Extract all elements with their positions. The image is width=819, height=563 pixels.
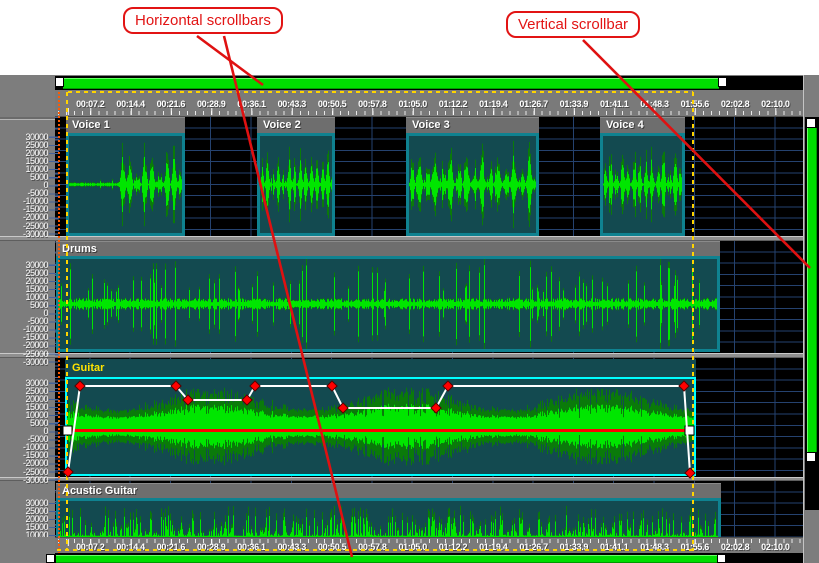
ruler-time-label: 00:21.6	[149, 99, 193, 109]
screenshot-stage: 00:07.200:14.400:21.600:28.900:36.100:43…	[0, 0, 819, 563]
clip-header-drums[interactable]: Drums	[56, 241, 720, 256]
amplitude-scale-ticks	[49, 380, 58, 485]
waveform-svg	[69, 136, 182, 233]
amplitude-scale-label: 5000	[0, 301, 48, 309]
clip-header-voice-2[interactable]: Voice 2	[257, 117, 335, 133]
callout-horizontal-scrollbars: Horizontal scrollbars	[123, 7, 283, 34]
waveform-svg	[59, 259, 717, 349]
audio-editor-window: 00:07.200:14.400:21.600:28.900:36.100:43…	[0, 75, 819, 563]
waveform-svg	[67, 379, 694, 474]
amplitude-scale-label: -30000	[0, 476, 48, 484]
region-bottom-marker-line	[57, 549, 693, 551]
ruler-time-label: 01:05.0	[391, 99, 435, 109]
amplitude-scale-label: -30000	[0, 358, 48, 366]
waveform-voice-3	[409, 136, 536, 233]
left-panel-divider	[0, 117, 55, 120]
bottom-scrollbar-left-handle[interactable]	[46, 554, 55, 563]
amplitude-scale-guitar: 300002500020000150001000050000-5000-1000…	[0, 379, 48, 484]
top-horizontal-scrollbar-thumb[interactable]	[63, 78, 719, 89]
ruler-time-label: 02:10.0	[753, 542, 797, 552]
ruler-time-label: 01:26.7	[512, 99, 556, 109]
amplitude-scale-label: 5000	[0, 419, 48, 427]
vertical-scrollbar-top-handle[interactable]	[806, 118, 816, 128]
clip-acustic-guitar[interactable]	[56, 498, 721, 537]
clip-header-voice-4[interactable]: Voice 4	[600, 117, 685, 133]
waveform-guitar	[67, 379, 694, 474]
ruler-time-label: 01:55.6	[673, 99, 717, 109]
top-scrollbar-left-handle[interactable]	[55, 77, 64, 87]
ruler-time-label: 00:36.1	[230, 99, 274, 109]
clip-guitar-selected[interactable]	[65, 377, 696, 476]
clip-header-voice-3[interactable]: Voice 3	[406, 117, 539, 133]
top-time-ruler[interactable]: 00:07.200:14.400:21.600:28.900:36.100:43…	[55, 90, 803, 117]
ruler-time-label: 01:41.1	[592, 99, 636, 109]
amplitude-scale-label: -30000	[0, 230, 48, 238]
callout-vertical-scrollbar: Vertical scrollbar	[506, 11, 640, 38]
clip-voice-3[interactable]	[406, 133, 539, 236]
ruler-time-label: 00:43.3	[270, 99, 314, 109]
waveform-voice-1	[69, 136, 182, 233]
ruler-time-label: 02:02.8	[713, 542, 757, 552]
ruler-time-label: 00:28.9	[189, 99, 233, 109]
bottom-scrollbar-right-handle[interactable]	[717, 554, 726, 563]
clip-header-voice-1[interactable]: Voice 1	[66, 117, 185, 133]
ruler-time-label: 02:02.8	[713, 99, 757, 109]
clip-voice-2[interactable]	[257, 133, 335, 236]
waveform-voice-4	[603, 136, 682, 233]
ruler-time-label: 00:14.4	[109, 99, 153, 109]
waveform-svg	[59, 501, 718, 537]
waveform-drums	[59, 259, 717, 349]
bottom-horizontal-scrollbar-thumb[interactable]	[56, 555, 718, 563]
waveform-voice-2	[260, 136, 332, 233]
amplitude-scale-label: 10000	[0, 531, 48, 537]
waveform-acustic-guitar	[59, 501, 718, 537]
clip-header-acustic-guitar[interactable]: Acustic Guitar	[56, 483, 721, 498]
waveform-svg	[603, 136, 682, 233]
amplitude-scale-drums: 300002500020000150001000050000-5000-1000…	[0, 261, 48, 366]
ruler-time-label: 00:07.2	[68, 99, 112, 109]
amplitude-scale-voice: 300002500020000150001000050000-5000-1000…	[0, 133, 48, 238]
ruler-time-label: 02:10.0	[753, 99, 797, 109]
region-top-marker-line	[68, 91, 693, 93]
waveform-svg	[260, 136, 332, 233]
ruler-time-label: 01:12.2	[431, 99, 475, 109]
vertical-scrollbar-bottom-handle[interactable]	[806, 452, 816, 462]
amplitude-scale-ticks	[49, 134, 58, 239]
ruler-time-label: 00:50.5	[310, 99, 354, 109]
ruler-time-label: 01:48.3	[633, 99, 677, 109]
region-start-marker-line	[66, 92, 68, 551]
vertical-scrollbar-thumb[interactable]	[807, 128, 817, 452]
amplitude-scale-label: 5000	[0, 173, 48, 181]
clip-voice-4[interactable]	[600, 133, 685, 236]
ruler-time-label: 01:19.4	[471, 99, 515, 109]
region-end-marker-line	[692, 92, 694, 551]
bottom-time-ruler[interactable]: 00:07.200:14.400:21.600:28.900:36.100:43…	[55, 537, 803, 554]
waveform-svg	[409, 136, 536, 233]
ruler-major-ticks	[55, 108, 803, 115]
ruler-time-label: 01:33.9	[552, 99, 596, 109]
playback-cursor-line[interactable]	[58, 92, 60, 553]
top-scrollbar-right-handle[interactable]	[718, 77, 727, 87]
clip-header-guitar-selected[interactable]: Guitar	[65, 359, 696, 377]
clip-voice-1[interactable]	[66, 133, 185, 236]
amplitude-scale-acustic: 300002500020000150001000050000-5000-1000…	[0, 499, 48, 537]
clip-drums[interactable]	[56, 256, 720, 352]
ruler-time-label: 00:57.8	[350, 99, 394, 109]
